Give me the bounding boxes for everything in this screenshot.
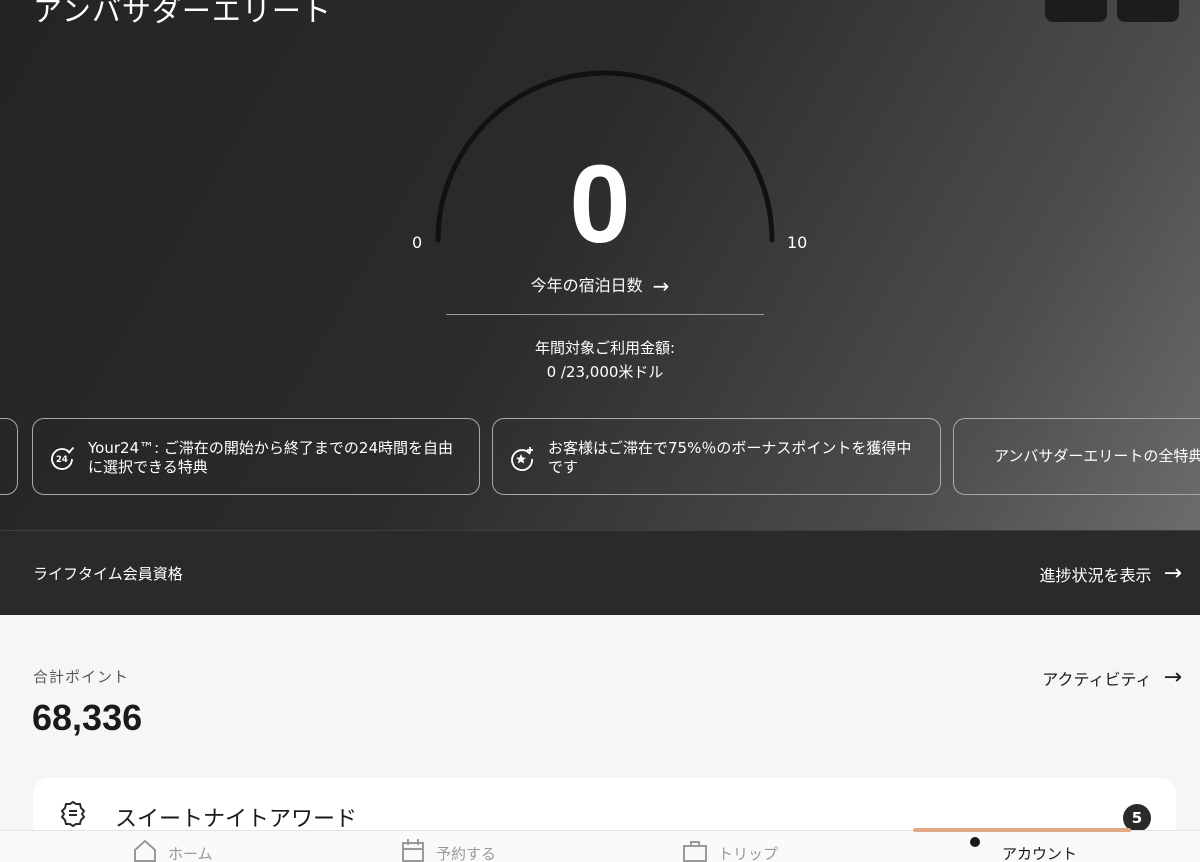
- tier-title: アンバサダーエリート: [33, 0, 332, 28]
- settings-button[interactable]: [1117, 0, 1179, 22]
- gauge-max-label: 10: [787, 233, 808, 252]
- lifetime-status-row: ライフタイム会員資格 進捗状況を表示 →: [0, 530, 1200, 615]
- lifetime-label: ライフタイム会員資格: [33, 565, 183, 583]
- active-tab-indicator: [913, 828, 1131, 832]
- benefit-text: Your24™: ご滞在の開始から終了までの24時間を自由に選択できる特典: [88, 439, 454, 476]
- tab-book[interactable]: 予約する: [400, 839, 497, 862]
- benefit-card-your24[interactable]: 24 Your24™: ご滞在の開始から終了までの24時間を自由に選択できる特典: [32, 418, 480, 495]
- suitcase-icon: [683, 841, 707, 862]
- spend-label: 年間対象ご利用金額:: [534, 339, 676, 357]
- nights-count: 0: [569, 143, 631, 266]
- benefit-card-all[interactable]: アンバサダーエリートの全特典: [953, 418, 1200, 495]
- view-progress-label: 進捗状況を表示: [1039, 565, 1152, 585]
- benefit-text: アンバサダーエリートの全特典: [994, 447, 1200, 465]
- tab-label: トリップ: [718, 845, 779, 862]
- arrow-right-icon: →: [652, 274, 670, 298]
- gauge-min-label: 0: [412, 233, 423, 252]
- divider: [446, 314, 764, 315]
- activity-label: アクティビティ: [1042, 669, 1152, 689]
- bottom-tab-bar: ホーム 予約する トリップ アカウント: [0, 828, 1200, 862]
- benefit-card-partial[interactable]: [0, 418, 18, 495]
- star-bonus-icon: [511, 447, 533, 471]
- svg-text:24: 24: [56, 455, 68, 465]
- award-ribbon-icon: [60, 800, 86, 828]
- tab-label: ホーム: [168, 845, 213, 862]
- benefit-card-bonus[interactable]: お客様はご滞在で75%％のボーナスポイントを獲得中です: [492, 418, 941, 495]
- arrow-right-icon: →: [1163, 561, 1182, 586]
- arrow-right-icon: →: [1163, 665, 1182, 690]
- calendar-icon: [402, 839, 424, 862]
- home-icon: [134, 839, 156, 862]
- header-action-button[interactable]: [1045, 0, 1107, 22]
- account-dot-icon: [970, 837, 980, 847]
- points-label: 合計ポイント: [33, 668, 130, 686]
- tab-account[interactable]: アカウント: [970, 837, 1078, 862]
- tab-label: 予約する: [436, 845, 497, 862]
- nights-link[interactable]: 今年の宿泊日数 →: [500, 272, 700, 298]
- tab-label: アカウント: [1002, 845, 1078, 862]
- benefit-text: お客様はご滞在で75%％のボーナスポイントを獲得中です: [548, 439, 912, 476]
- view-progress-link[interactable]: 進捗状況を表示 →: [1040, 561, 1182, 586]
- 24-check-icon: 24: [51, 446, 75, 470]
- tab-trips[interactable]: トリップ: [682, 841, 779, 862]
- award-title: スイートナイトアワード: [115, 807, 358, 832]
- activity-link[interactable]: アクティビティ →: [1042, 665, 1182, 690]
- nights-caption: 今年の宿泊日数: [530, 276, 643, 295]
- spend-value: 0 /23,000米ドル: [546, 363, 664, 381]
- status-hero: アンバサダーエリート 0 0 10 今年の宿泊日数 → 年間対象ご利用金額: 0 …: [0, 0, 1200, 530]
- points-value: 68,336: [32, 697, 143, 738]
- tab-home[interactable]: ホーム: [132, 839, 213, 862]
